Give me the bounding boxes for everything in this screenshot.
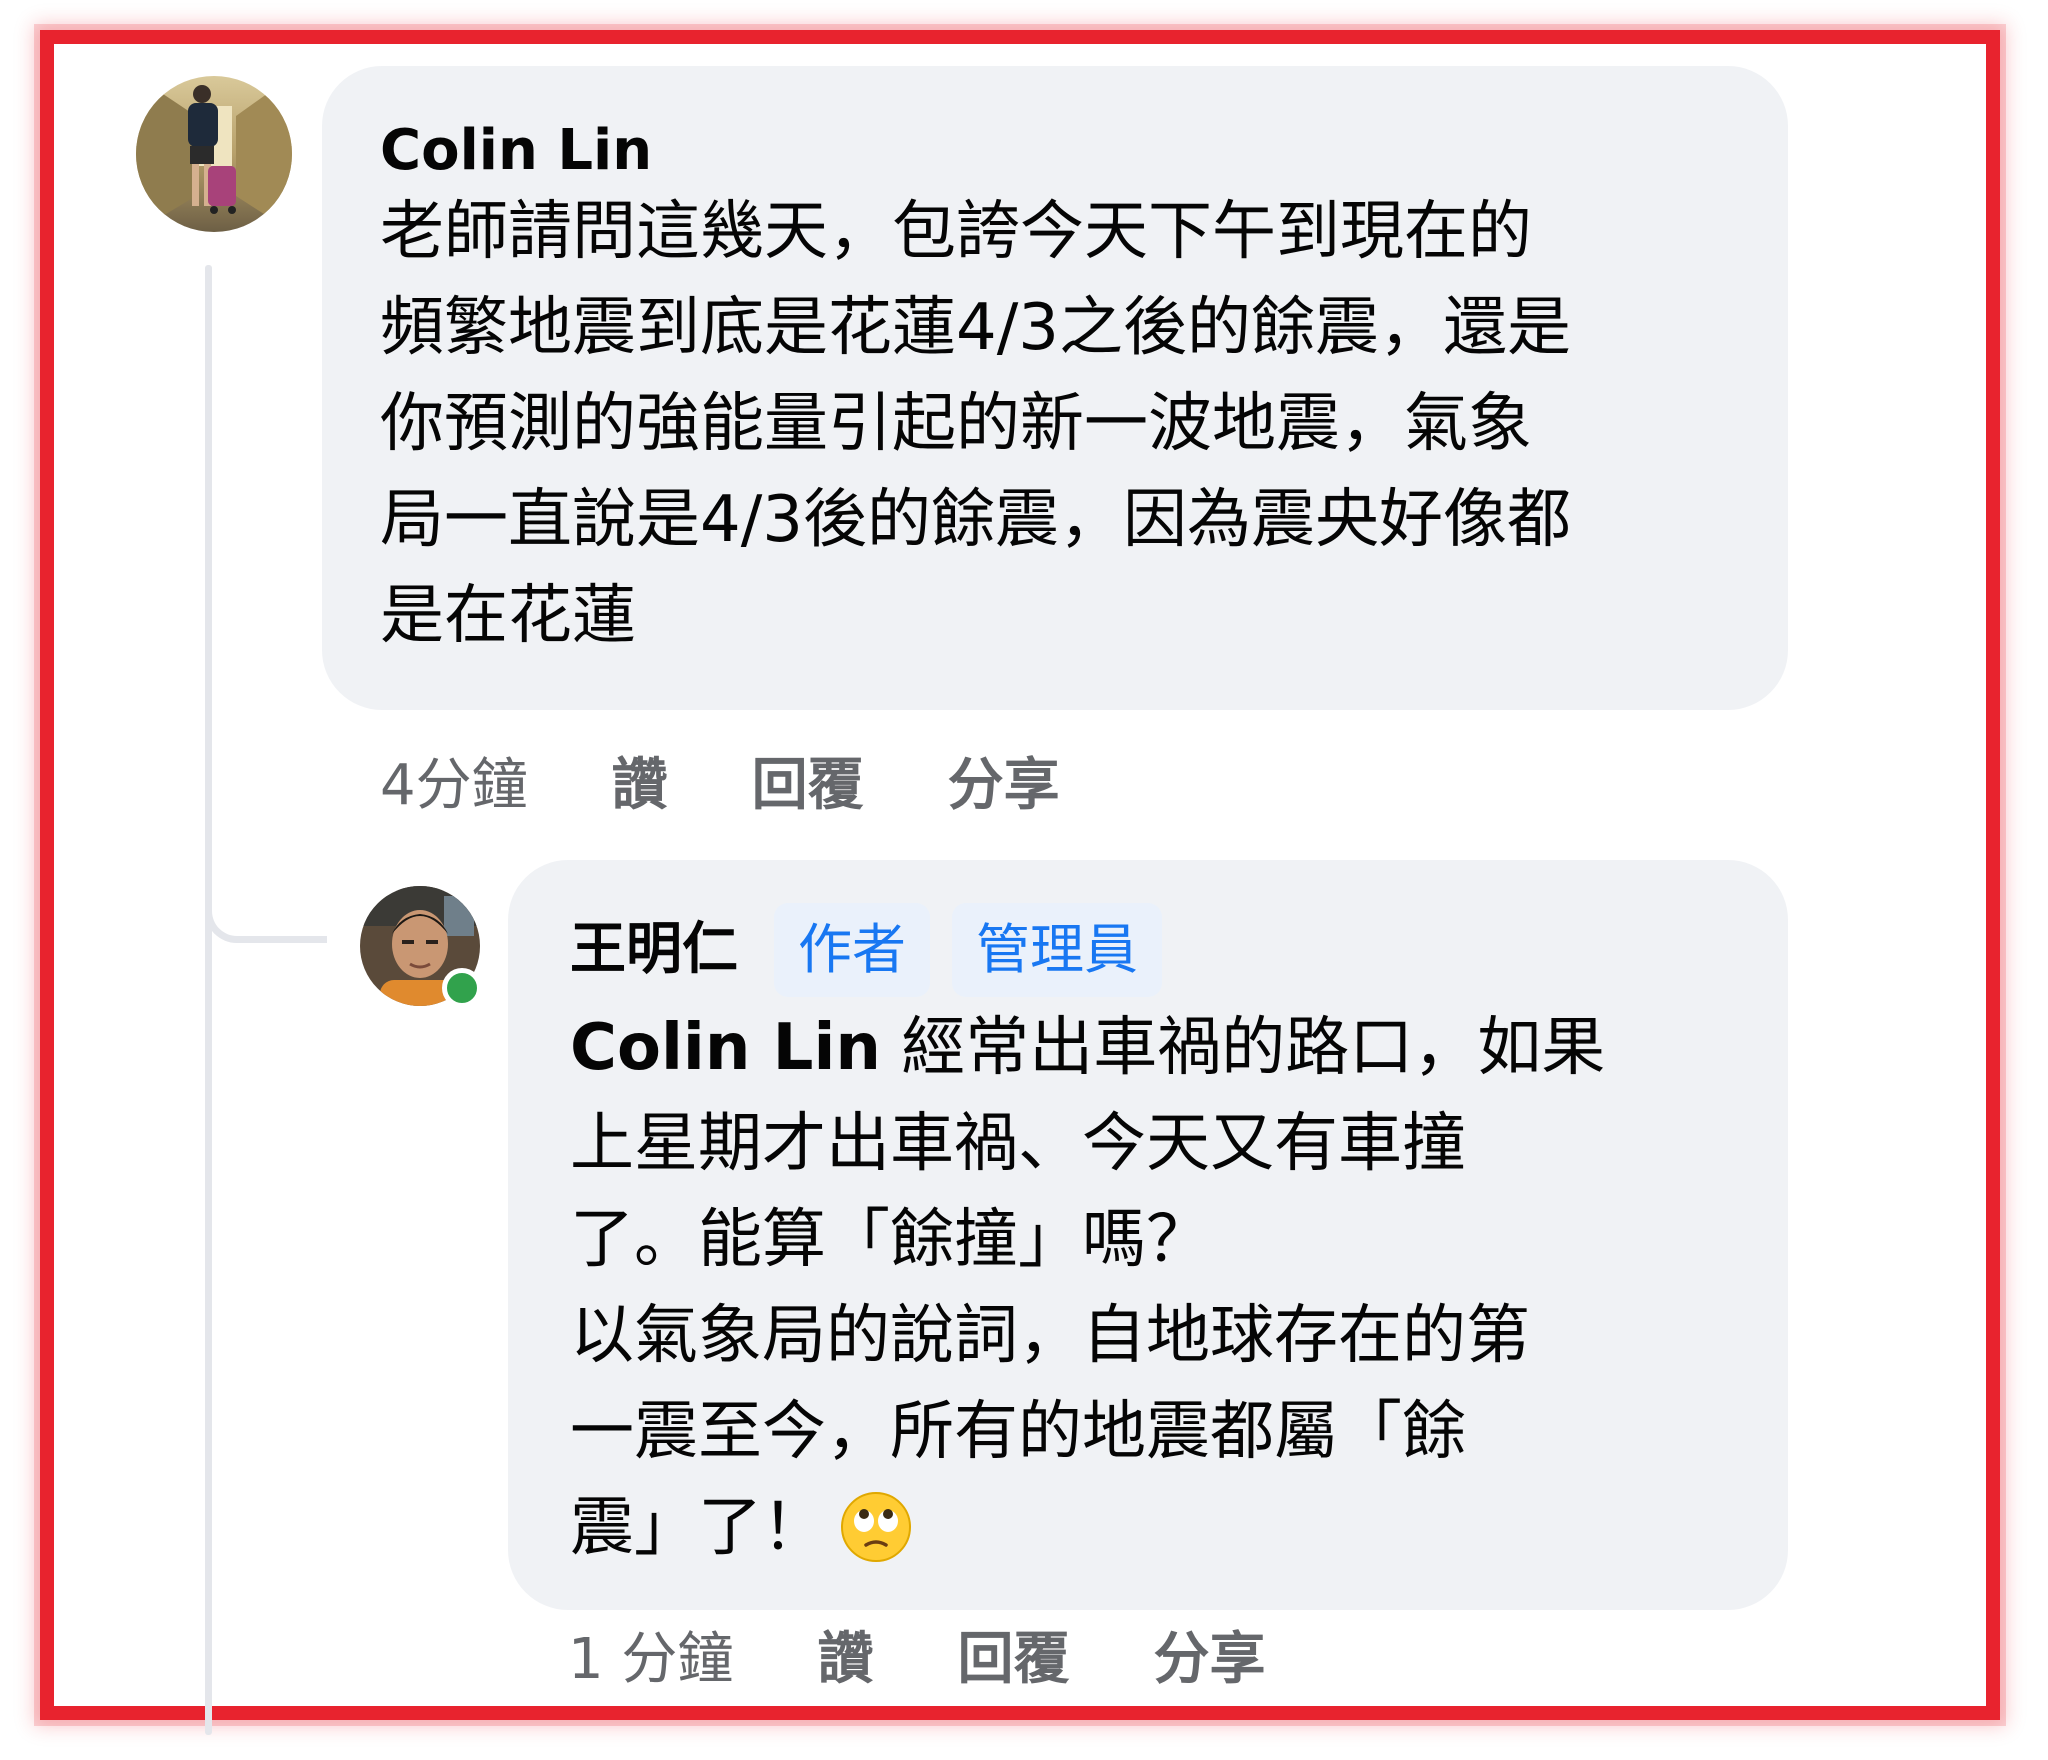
reply-bubble: 王明仁 作者 管理員 Colin Lin 經常出車禍的路口，如果 上星期才出車禍… (508, 860, 1788, 1610)
comment-text: 老師請問這幾天，包誇今天下午到現在的 頻繁地震到底是花蓮4/3之後的餘震，還是 … (380, 195, 1571, 653)
share-button[interactable]: 分享 (948, 740, 1060, 821)
thread-line (205, 265, 212, 1735)
like-button[interactable]: 讚 (612, 740, 668, 821)
reply-header: 王明仁 作者 管理員 (570, 903, 1732, 997)
reply-share-button[interactable]: 分享 (1153, 1614, 1265, 1695)
avatar-colin-lin[interactable] (136, 76, 292, 232)
reply-text: Colin Lin 經常出車禍的路口，如果 上星期才出車禍、今天又有車撞 了。能… (570, 1000, 1732, 1576)
reply-button[interactable]: 回覆 (752, 740, 864, 821)
author-badge: 作者 (774, 903, 930, 997)
comment-bubble: Colin Lin 老師請問這幾天，包誇今天下午到現在的 頻繁地震到底是花蓮4/… (322, 66, 1788, 710)
admin-badge: 管理員 (952, 903, 1162, 997)
reply-actions: 1 分鐘 讚 回覆 分享 (568, 1614, 1349, 1695)
comment-timestamp[interactable]: 4分鐘 (380, 740, 528, 821)
reply-like-button[interactable]: 讚 (817, 1614, 873, 1695)
comment-author-name[interactable]: Colin Lin (380, 118, 652, 184)
mention-link[interactable]: Colin Lin (570, 1011, 881, 1085)
online-status-indicator (442, 968, 482, 1008)
comment-actions: 4分鐘 讚 回覆 分享 (380, 740, 1144, 821)
face-with-rolling-eyes-icon (840, 1491, 912, 1563)
thread-line-branch (205, 855, 327, 943)
reply-text-line1: 經常出車禍的路口，如果 (880, 1011, 1606, 1085)
reply-text-body: 上星期才出車禍、今天又有車撞 了。能算「餘撞」嗎？ 以氣象局的說詞，自地球存在的… (570, 1107, 1530, 1565)
reply-reply-button[interactable]: 回覆 (957, 1614, 1069, 1695)
reply-author-name[interactable]: 王明仁 (570, 917, 738, 983)
reply-timestamp[interactable]: 1 分鐘 (568, 1614, 733, 1695)
avatar-photo-traveler (136, 76, 292, 232)
